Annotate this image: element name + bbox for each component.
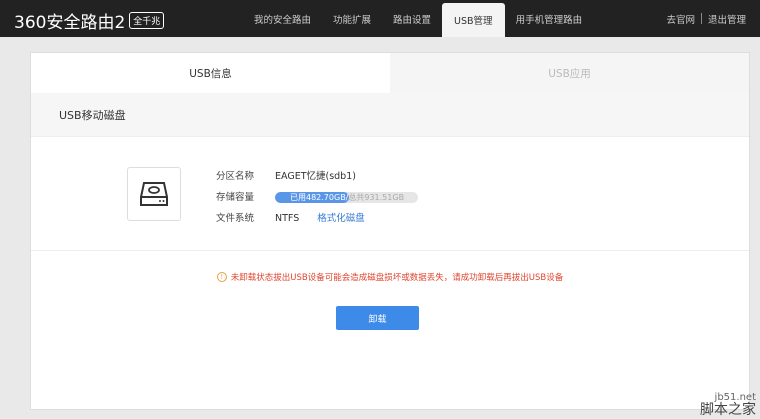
- watermark: jb51.net 脚本之家: [700, 391, 756, 417]
- capacity-text: 已用482.70GB/总共931.51GB: [290, 192, 404, 203]
- watermark-name: 脚本之家: [700, 402, 756, 418]
- nav-mobile-management[interactable]: 用手机管理路由: [505, 0, 594, 37]
- main-nav: 我的安全路由 功能扩展 路由设置 USB管理 用手机管理路由: [243, 0, 593, 37]
- section-title: USB移动磁盘: [31, 93, 749, 137]
- tab-usb-info[interactable]: USB信息: [31, 53, 390, 93]
- warning-text: 未卸载状态拔出USB设备可能会造成磁盘损坏或数据丢失，请成功卸载后再拔出USB设…: [230, 273, 564, 283]
- nav-extensions[interactable]: 功能扩展: [322, 0, 382, 37]
- nav-usb-management[interactable]: USB管理: [442, 3, 505, 37]
- logo: 360安全路由2 全千兆: [14, 8, 165, 33]
- divider: [700, 13, 702, 24]
- disk-icon: [127, 167, 181, 221]
- total-text: 总共931.51GB: [348, 193, 405, 202]
- fs-value: NTFS: [275, 212, 300, 224]
- fs-label: 文件系统: [216, 212, 255, 224]
- used-text: 已用482.70GB/: [290, 193, 349, 202]
- header-links: 去官网 退出管理: [666, 0, 746, 37]
- top-bar: 360安全路由2 全千兆 我的安全路由 功能扩展 路由设置 USB管理 用手机管理…: [0, 0, 760, 37]
- disk-info: 分区名称 EAGET忆捷(sdb1) 存储容量 已用482.70GB/总共931.…: [216, 166, 418, 229]
- logo-badge: 全千兆: [129, 12, 165, 29]
- capacity-label: 存储容量: [216, 191, 255, 203]
- partition-name: EAGET忆捷(sdb1): [275, 170, 356, 182]
- logout-link[interactable]: 退出管理: [708, 12, 746, 26]
- divider: [31, 250, 749, 251]
- warning-message: ! 未卸载状态拔出USB设备可能会造成磁盘损坏或数据丢失，请成功卸载后再拔出USB…: [31, 271, 749, 283]
- partition-label: 分区名称: [216, 170, 255, 182]
- official-site-link[interactable]: 去官网: [666, 12, 695, 26]
- logo-text: 360安全路由2: [14, 13, 126, 33]
- info-icon: !: [216, 272, 227, 282]
- unmount-button[interactable]: 卸载: [336, 306, 419, 330]
- usb-card: USB信息 USB应用 USB移动磁盘 分区名称 EAGET忆捷(sdb1) 存储…: [30, 52, 750, 410]
- nav-router-settings[interactable]: 路由设置: [382, 0, 442, 37]
- format-disk-link[interactable]: 格式化磁盘: [317, 208, 365, 230]
- tabs: USB信息 USB应用: [31, 53, 749, 93]
- capacity-bar: 已用482.70GB/总共931.51GB: [275, 192, 418, 203]
- nav-my-router[interactable]: 我的安全路由: [243, 0, 322, 37]
- tab-usb-apps[interactable]: USB应用: [390, 53, 749, 93]
